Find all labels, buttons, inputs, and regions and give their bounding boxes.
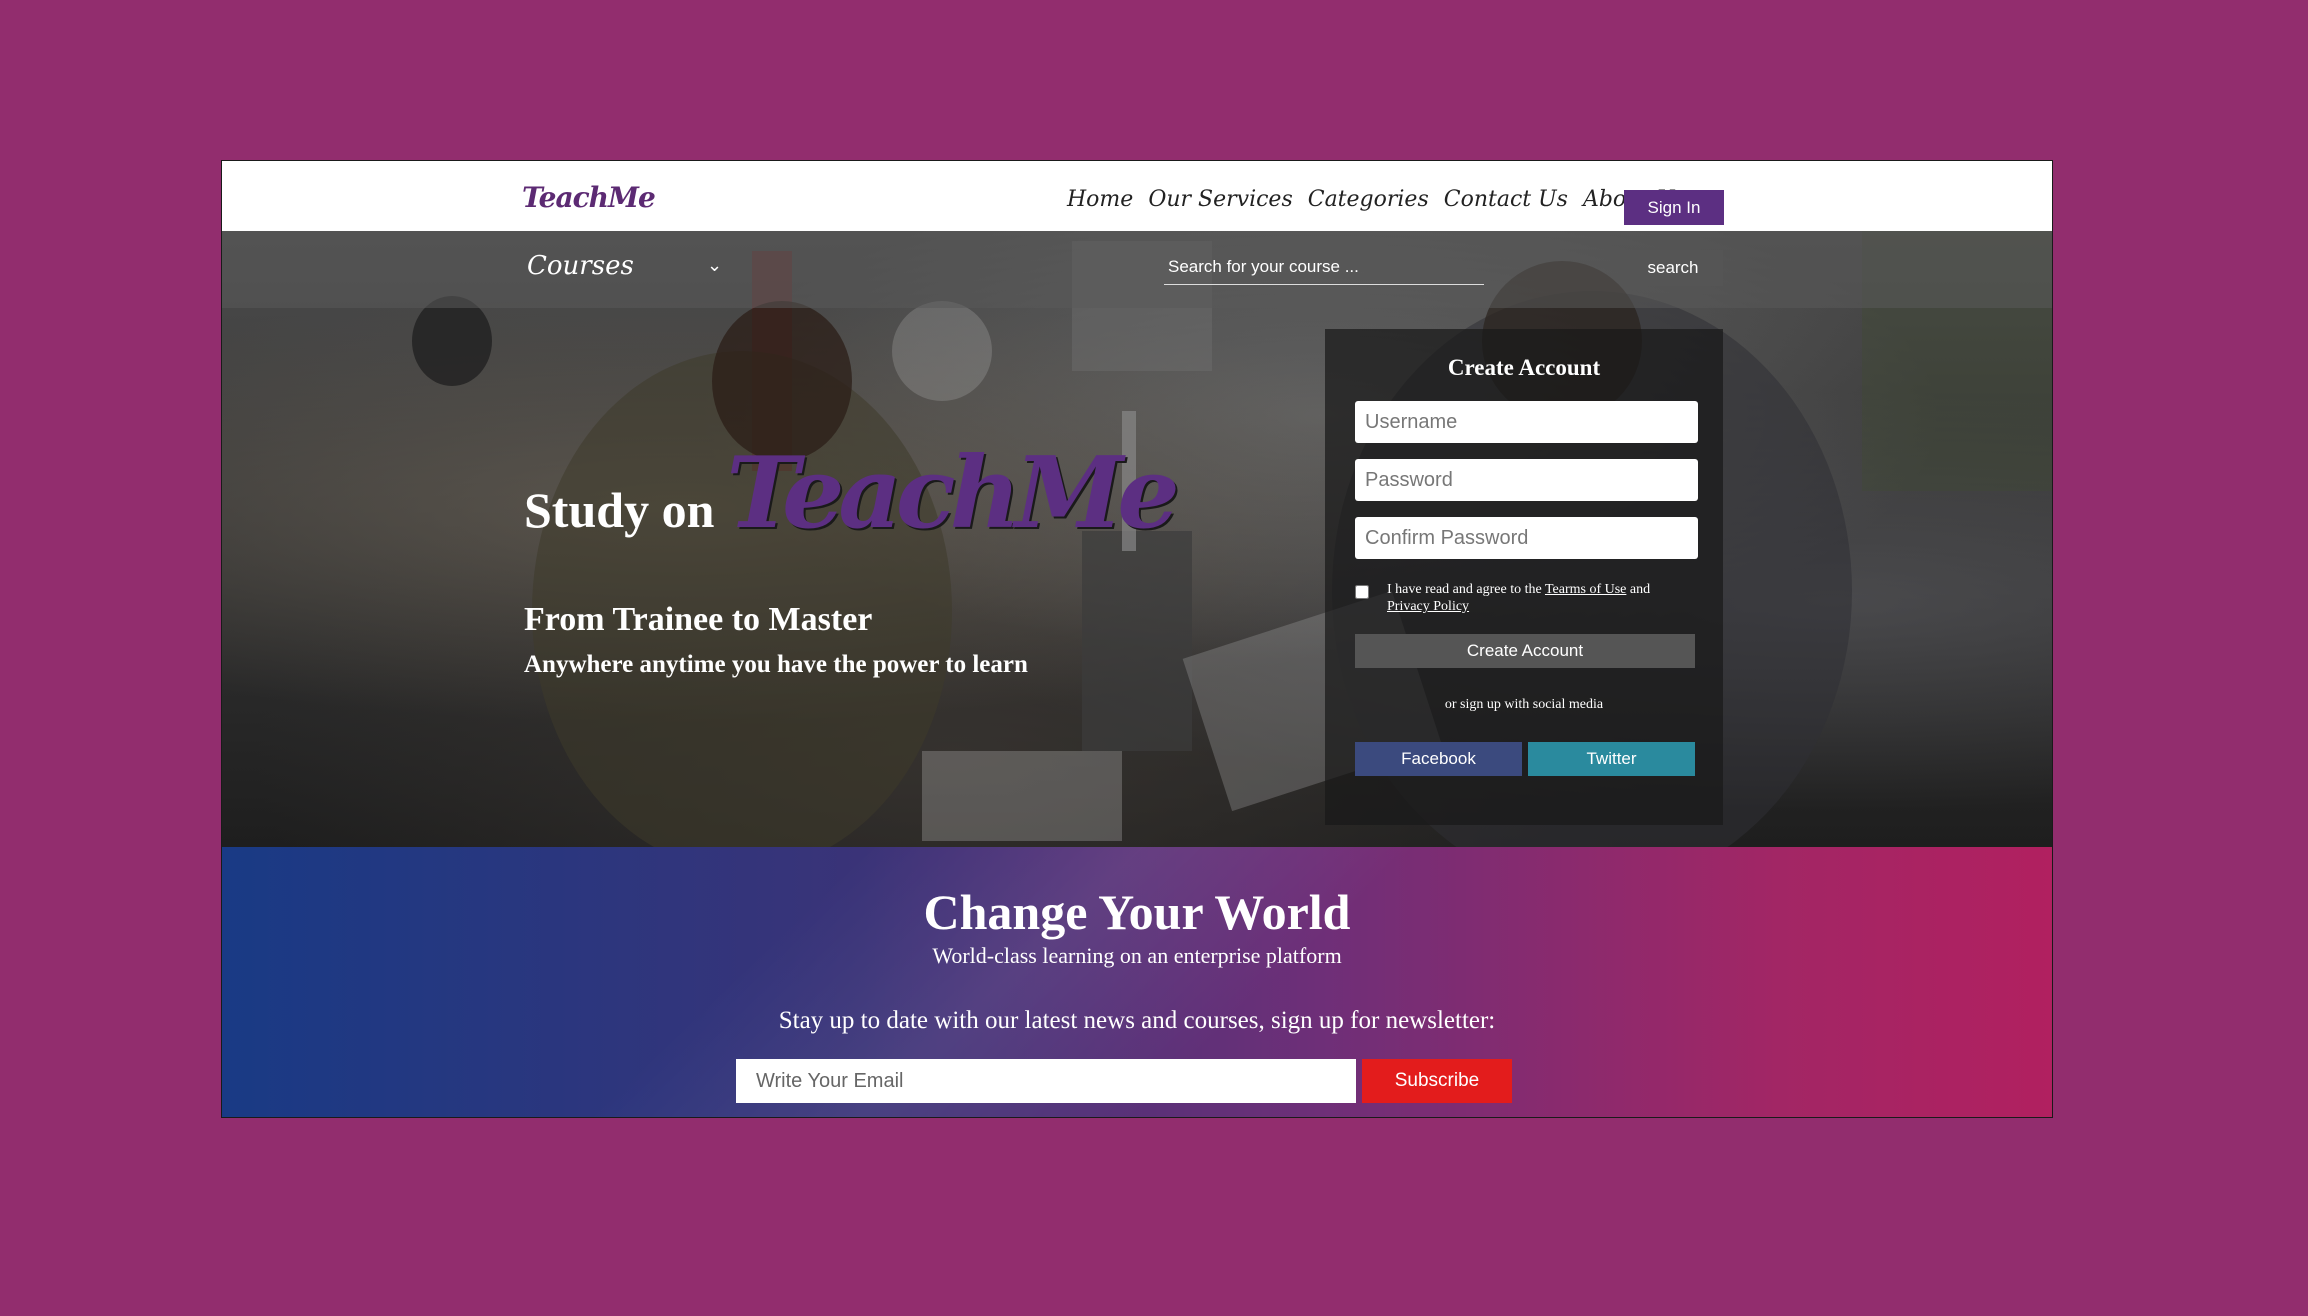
- newsletter-subtitle: World-class learning on an enterprise pl…: [932, 943, 1342, 968]
- card-title: Create Account: [1447, 355, 1601, 380]
- create-account-button[interactable]: Create Account: [1355, 634, 1695, 668]
- chevron-down-icon[interactable]: ⌄: [707, 255, 722, 276]
- password-input[interactable]: [1355, 459, 1698, 501]
- search-button[interactable]: search: [1623, 250, 1723, 286]
- hero-subtagline: Anywhere anytime you have the power to l…: [524, 651, 1028, 678]
- newsletter-section: Change Your World World-class learning o…: [222, 847, 2052, 1117]
- nav-contact-us[interactable]: Contact Us: [1444, 187, 1568, 212]
- hero-headline: Study on TeachMe: [524, 436, 1180, 551]
- newsletter-prompt: Stay up to date with our latest news and…: [778, 1007, 1496, 1034]
- social-signup-text: or sign up with social media: [1444, 697, 1604, 712]
- terms-and: and: [1629, 582, 1651, 597]
- top-navigation: TeachMe Home Our Services Categories Con…: [222, 161, 2052, 231]
- nav-categories[interactable]: Categories: [1308, 187, 1429, 212]
- newsletter-title: Change Your World: [923, 884, 1351, 940]
- hero-brand-logo: TeachMe: [726, 436, 1179, 551]
- sub-bar: Courses ⌄ search: [222, 231, 2052, 308]
- terms-of-use-link[interactable]: Tearms of Use: [1545, 582, 1626, 597]
- facebook-button[interactable]: Facebook: [1355, 742, 1522, 776]
- newsletter-email-input[interactable]: [736, 1059, 1356, 1103]
- hero-section: Courses ⌄ search Study onTeachMe From Tr…: [222, 231, 2052, 847]
- nav-home[interactable]: Home: [1067, 187, 1133, 212]
- username-input[interactable]: [1355, 401, 1698, 443]
- course-search-input[interactable]: [1164, 250, 1484, 285]
- site-logo[interactable]: TeachMe: [522, 181, 656, 214]
- hero-tagline: From Trainee to Master: [524, 601, 873, 638]
- nav-links: Home Our Services Categories Contact Us …: [1067, 187, 1701, 212]
- subscribe-button[interactable]: Subscribe: [1362, 1059, 1512, 1103]
- hero-study-on: Study on: [524, 482, 715, 538]
- terms-text: I have read and agree to the Tearms of U…: [1387, 581, 1687, 615]
- terms-checkbox[interactable]: [1355, 585, 1369, 599]
- twitter-button[interactable]: Twitter: [1528, 742, 1695, 776]
- courses-dropdown[interactable]: Courses: [527, 251, 634, 281]
- terms-prefix: I have read and agree to the: [1387, 582, 1542, 597]
- nav-our-services[interactable]: Our Services: [1148, 187, 1292, 212]
- browser-frame: TeachMe Home Our Services Categories Con…: [221, 160, 2053, 1118]
- privacy-policy-link[interactable]: Privacy Policy: [1387, 599, 1469, 614]
- confirm-password-input[interactable]: [1355, 517, 1698, 559]
- create-account-card: Create Account I have read and agree to …: [1325, 329, 1723, 825]
- sign-in-button[interactable]: Sign In: [1624, 190, 1724, 225]
